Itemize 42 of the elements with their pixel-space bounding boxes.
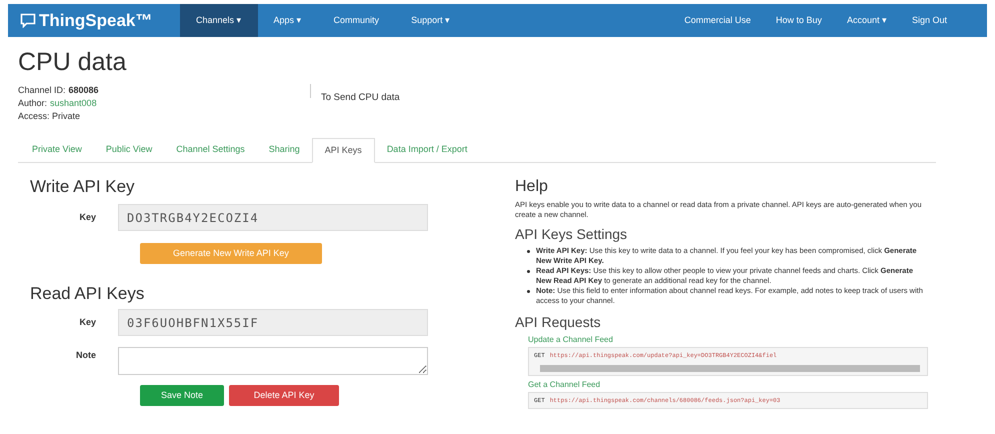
author-link[interactable]: sushant008 bbox=[50, 97, 97, 110]
field-label: Note bbox=[75, 349, 97, 362]
channel-title: CPU data bbox=[18, 47, 128, 78]
request-title[interactable]: Update a Channel Feed bbox=[528, 334, 921, 346]
nav-item[interactable]: Support ▾ bbox=[395, 4, 466, 37]
section-heading: Write API Key bbox=[29, 177, 136, 197]
tab[interactable]: Sharing bbox=[256, 138, 312, 162]
nav-item[interactable]: How to Buy bbox=[776, 14, 822, 28]
tab[interactable]: Data Import / Export bbox=[374, 138, 480, 162]
tab[interactable]: API Keys bbox=[312, 138, 375, 163]
request-title[interactable]: Get a Channel Feed bbox=[528, 379, 921, 391]
delete-key-button[interactable]: Delete API Key bbox=[229, 385, 339, 406]
bullet-icon bbox=[527, 250, 530, 253]
field-label: Key bbox=[78, 316, 97, 329]
author-label: Author: bbox=[18, 97, 48, 110]
nav-item[interactable]: Sign Out bbox=[912, 14, 947, 28]
chat-bubble-icon bbox=[20, 13, 36, 28]
channel-id: 680086 bbox=[68, 84, 99, 97]
tab[interactable]: Private View bbox=[20, 138, 94, 162]
nav-item[interactable]: Apps ▾ bbox=[258, 4, 318, 37]
nav-item[interactable]: Commercial Use bbox=[684, 14, 751, 28]
key-field[interactable]: 03F6UOHBFN1X55IF bbox=[118, 309, 428, 336]
access-text: Access: Private bbox=[18, 110, 82, 123]
channel-description: To Send CPU data bbox=[321, 92, 400, 103]
scrollbar[interactable] bbox=[540, 365, 920, 372]
field-label: Key bbox=[78, 210, 97, 224]
help-heading: Help bbox=[515, 177, 549, 197]
tab[interactable]: Channel Settings bbox=[164, 138, 257, 162]
channel-id-label: Channel ID: bbox=[18, 84, 66, 97]
nav-item[interactable]: Community bbox=[318, 4, 396, 37]
bullet-icon bbox=[527, 290, 530, 293]
section-heading: Read API Keys bbox=[29, 284, 146, 304]
note-field[interactable] bbox=[118, 347, 428, 375]
nav-item[interactable]: Account ▾ bbox=[846, 14, 887, 28]
requests-heading: API Requests bbox=[515, 313, 602, 331]
brand-logo[interactable]: ThingSpeak™ bbox=[39, 8, 152, 34]
settings-heading: API Keys Settings bbox=[515, 225, 628, 243]
key-field[interactable]: DO3TRGB4Y2ECOZI4 bbox=[118, 204, 428, 231]
tab[interactable]: Public View bbox=[94, 138, 164, 162]
bullet-icon bbox=[527, 270, 530, 273]
save-note-button[interactable]: Save Note bbox=[140, 385, 224, 406]
nav-item[interactable]: Channels ▾ bbox=[180, 4, 258, 37]
